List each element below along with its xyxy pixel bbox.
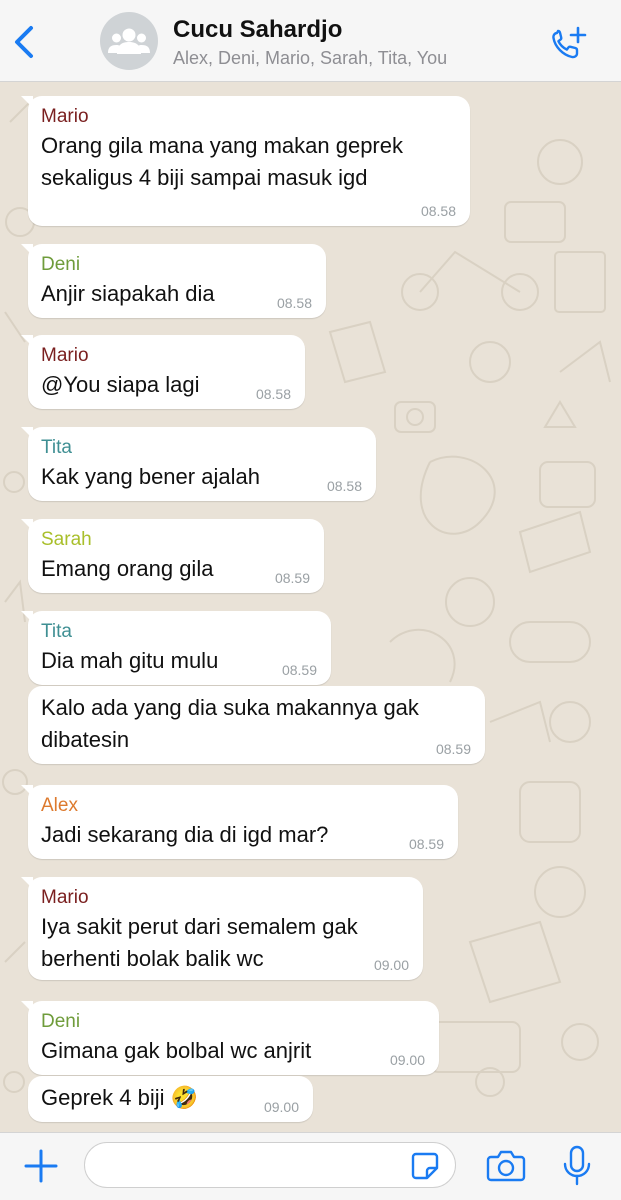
attach-button[interactable] xyxy=(22,1147,60,1185)
message-text: Orang gila mana yang makan geprek sekali… xyxy=(41,133,403,190)
add-call-button[interactable] xyxy=(548,24,590,64)
add-call-icon xyxy=(552,26,587,59)
message-text: Kalo ada yang dia suka makannya gak diba… xyxy=(41,695,419,752)
message-bubble[interactable]: Geprek 4 biji 🤣 09.00 xyxy=(28,1076,313,1122)
message-sender[interactable]: Deni xyxy=(41,252,312,278)
group-icon xyxy=(108,28,150,54)
chat-members[interactable]: Alex, Deni, Mario, Sarah, Tita, You xyxy=(173,48,447,69)
message-bubble[interactable]: Mario Iya sakit perut dari semalem gak be… xyxy=(21,877,423,980)
message-bubble[interactable]: Alex Jadi sekarang dia di igd mar? 08.59 xyxy=(21,785,458,859)
message-bubble[interactable]: Mario @You siapa lagi 08.58 xyxy=(21,335,305,409)
chat-title[interactable]: Cucu Sahardjo xyxy=(173,16,342,44)
message-bubble[interactable]: Tita Dia mah gitu mulu 08.59 xyxy=(21,611,331,685)
plus-icon xyxy=(24,1149,58,1183)
message-sender[interactable]: Mario xyxy=(41,885,409,911)
message-text: Iya sakit perut dari semalem gak berhent… xyxy=(41,914,358,971)
message-sender[interactable]: Mario xyxy=(41,104,456,130)
camera-button[interactable] xyxy=(486,1149,526,1183)
message-bubble[interactable]: Mario Orang gila mana yang makan geprek s… xyxy=(21,96,470,226)
message-bubble[interactable]: Tita Kak yang bener ajalah 08.58 xyxy=(21,427,376,501)
composer-bar xyxy=(0,1132,621,1200)
message-text: Kak yang bener ajalah xyxy=(41,464,260,489)
message-time: 08.59 xyxy=(408,836,444,852)
message-bubble[interactable]: Sarah Emang orang gila 08.59 xyxy=(21,519,324,593)
message-sender[interactable]: Mario xyxy=(41,343,291,369)
message-bubble[interactable]: Deni Gimana gak bolbal wc anjrit 09.00 xyxy=(21,1001,439,1075)
message-time: 08.59 xyxy=(274,570,310,586)
chevron-left-icon xyxy=(15,26,33,58)
message-text: Anjir siapakah dia xyxy=(41,281,215,306)
microphone-button[interactable] xyxy=(562,1145,592,1187)
message-time: 09.00 xyxy=(373,957,409,973)
message-sender[interactable]: Tita xyxy=(41,435,362,461)
message-text: @You siapa lagi xyxy=(41,372,200,397)
message-sender[interactable]: Tita xyxy=(41,619,317,645)
chat-area[interactable]: Mario Orang gila mana yang makan geprek s… xyxy=(0,82,621,1132)
message-time: 08.59 xyxy=(435,741,471,757)
message-input[interactable] xyxy=(84,1142,456,1188)
chat-header: Cucu Sahardjo Alex, Deni, Mario, Sarah, … xyxy=(0,0,621,82)
sticker-button[interactable] xyxy=(410,1151,440,1181)
message-time: 09.00 xyxy=(263,1099,299,1115)
message-time: 08.58 xyxy=(276,295,312,311)
back-button[interactable] xyxy=(10,22,40,62)
message-text: Geprek 4 biji 🤣 xyxy=(41,1085,199,1110)
camera-icon xyxy=(486,1150,526,1182)
message-time: 08.59 xyxy=(281,662,317,678)
message-time: 09.00 xyxy=(389,1052,425,1068)
message-bubble[interactable]: Kalo ada yang dia suka makannya gak diba… xyxy=(28,686,485,764)
microphone-icon xyxy=(563,1145,591,1186)
group-avatar[interactable] xyxy=(100,12,158,70)
message-sender[interactable]: Deni xyxy=(41,1009,425,1035)
message-text: Jadi sekarang dia di igd mar? xyxy=(41,822,329,847)
message-text: Dia mah gitu mulu xyxy=(41,648,219,673)
message-time: 08.58 xyxy=(255,386,291,402)
message-sender[interactable]: Alex xyxy=(41,793,444,819)
message-bubble[interactable]: Deni Anjir siapakah dia 08.58 xyxy=(21,244,326,318)
message-text: Gimana gak bolbal wc anjrit xyxy=(41,1038,312,1063)
sticker-icon xyxy=(411,1152,439,1180)
message-time: 08.58 xyxy=(326,478,362,494)
message-time: 08.58 xyxy=(420,203,456,219)
message-sender[interactable]: Sarah xyxy=(41,527,310,553)
message-text: Emang orang gila xyxy=(41,556,214,581)
